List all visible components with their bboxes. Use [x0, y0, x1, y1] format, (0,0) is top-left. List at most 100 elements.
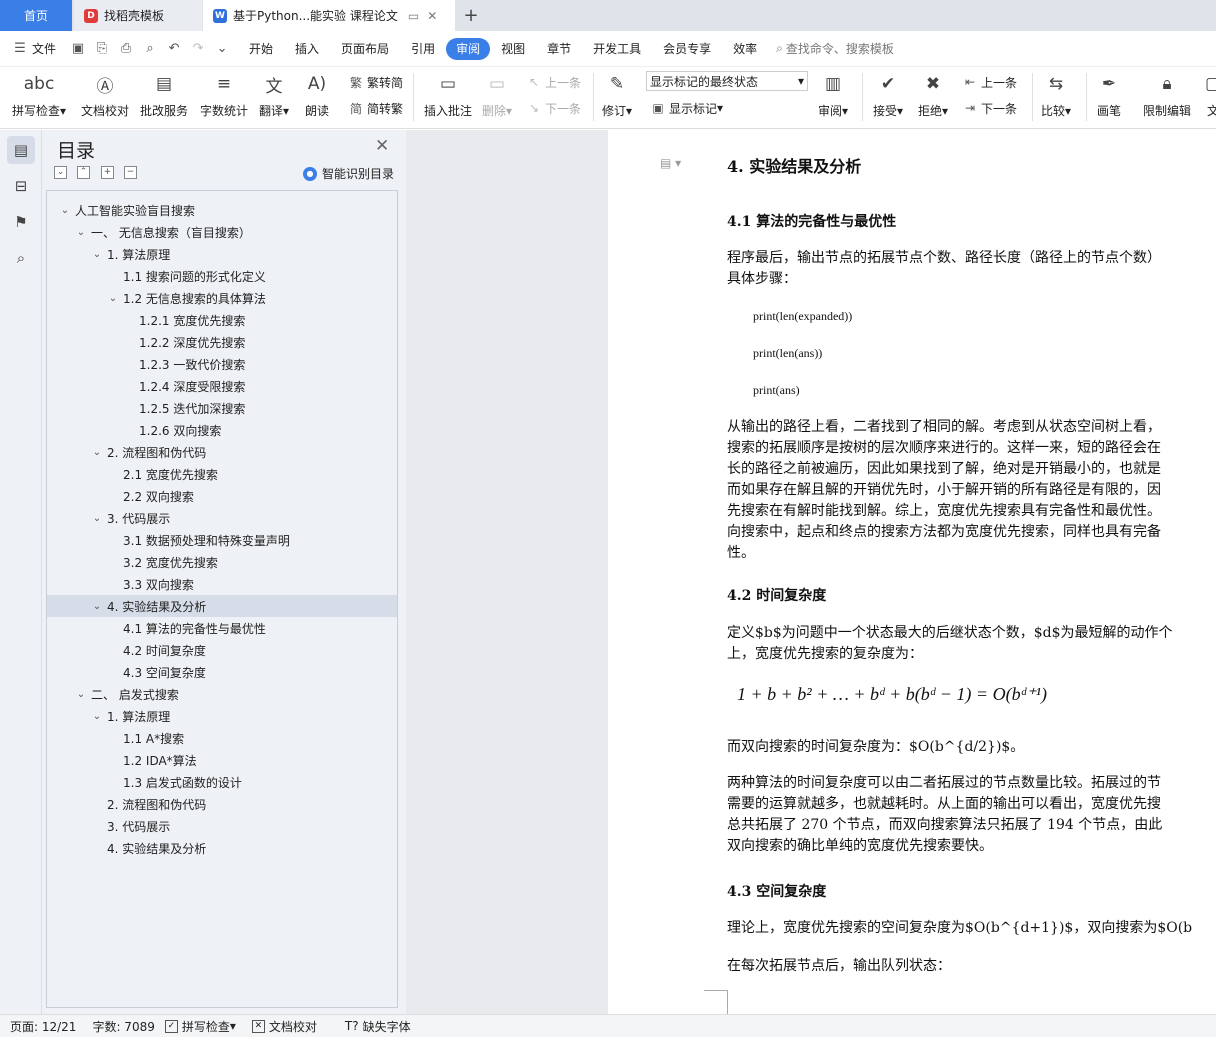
toc-item[interactable]: 1.2.1 宽度优先搜索 [47, 309, 397, 331]
next-comment-button[interactable]: ↘ 下一条 [526, 98, 581, 118]
redo-icon[interactable]: ↷ [190, 41, 206, 57]
toc-item[interactable]: ⌄ 1. 算法原理 [47, 705, 397, 727]
document-page[interactable]: ▤ ▾ 4. 实验结果及分析 4.1 算法的完备性与最优性 程序最后，输出节点的… [608, 130, 1216, 1014]
toc-item[interactable]: ⌄ 1.2 无信息搜索的具体算法 [47, 287, 397, 309]
command-search[interactable]: ⌕ 查找命令、搜索模板 [776, 40, 894, 57]
print-icon[interactable]: ⎙ [118, 41, 134, 57]
chapter-nav-icon[interactable]: ⊟ [7, 172, 35, 200]
delete-comment-button[interactable]: ▭ 删除▾ [482, 71, 512, 123]
toc-item[interactable]: 3.1 数据预处理和特殊变量声明 [47, 529, 397, 551]
toc-item[interactable]: 4.3 空间复杂度 [47, 661, 397, 683]
toc-item[interactable]: 3.2 宽度优先搜索 [47, 551, 397, 573]
toc-item[interactable]: ⌄ 1. 算法原理 [47, 243, 397, 265]
spellcheck-status[interactable]: ✓ 拼写检查 ▾ [155, 1018, 236, 1035]
review-pane-button[interactable]: ▥ 审阅▾ [818, 71, 848, 123]
menu-page-layout[interactable]: 页面布局 [330, 38, 400, 60]
chevron-down-icon[interactable]: ⌄ [91, 513, 103, 524]
add-heading-icon[interactable]: + [101, 166, 114, 179]
collapse-icon[interactable]: ⌄ [54, 166, 67, 179]
toc-item[interactable]: 1.2.3 一致代价搜索 [47, 353, 397, 375]
toc-item[interactable]: ⌄ 二、 启发式搜索 [47, 683, 397, 705]
toc-item[interactable]: 2.2 双向搜索 [47, 485, 397, 507]
toc-item[interactable]: ⌄ 2. 流程图和伪代码 [47, 441, 397, 463]
tab-template[interactable]: D 找稻壳模板 [74, 0, 202, 31]
prev-change-button[interactable]: ⇤ 上一条 [962, 72, 1017, 92]
new-tab-button[interactable]: + [458, 0, 484, 31]
bookmark-icon[interactable]: ⚑ [7, 208, 35, 236]
close-tab-icon[interactable]: ✕ [427, 9, 437, 23]
save-icon[interactable]: ▣ [70, 41, 86, 57]
simp-to-trad-button[interactable]: 简简转繁 [348, 98, 403, 118]
chevron-down-icon[interactable]: ⌄ [107, 293, 119, 304]
menu-file[interactable]: 文件 [32, 40, 56, 57]
chevron-down-icon[interactable]: ⌄ [75, 227, 87, 238]
chevron-down-icon[interactable]: ⌄ [91, 249, 103, 260]
reject-button[interactable]: ✖ 拒绝▾ [918, 71, 948, 123]
translate-button[interactable]: 文翻译▾ [259, 71, 289, 123]
toc-item[interactable]: 3.3 双向搜索 [47, 573, 397, 595]
accept-button[interactable]: ✔ 接受▾ [873, 71, 903, 123]
proofread-status[interactable]: ✕ 文档校对 [236, 1018, 317, 1035]
pen-button[interactable]: ✒ 画笔 [1096, 71, 1122, 123]
toc-item[interactable]: 4.1 算法的完备性与最优性 [47, 617, 397, 639]
paragraph-menu-icon[interactable]: ▤ ▾ [660, 156, 681, 170]
print-preview-icon[interactable]: ⌕ [142, 41, 158, 57]
chevron-down-icon[interactable]: ⌄ [59, 205, 71, 216]
word-count-indicator[interactable]: 字数: 7089 [76, 1018, 154, 1035]
toc-item[interactable]: 1.2.2 深度优先搜索 [47, 331, 397, 353]
hamburger-menu-icon[interactable]: ☰ [12, 41, 28, 57]
toc-item[interactable]: ⌄ 人工智能实验盲目搜索 [47, 199, 397, 221]
insert-comment-button[interactable]: ▭ 插入批注 [424, 71, 472, 123]
proofread-button[interactable]: Ⓐ 文档校对 [81, 71, 129, 123]
show-markup-button[interactable]: ▣ 显示标记 ▾ [650, 98, 723, 118]
tab-document[interactable]: W 基于Python...能实验 课程论文 ▭ ✕ [203, 0, 455, 31]
menu-chapter[interactable]: 章节 [536, 38, 582, 60]
toc-item[interactable]: 1.1 A*搜索 [47, 727, 397, 749]
smart-toc-button[interactable]: ● 智能识别目录 [303, 165, 394, 182]
word-count-button[interactable]: ≡ 字数统计 [200, 71, 248, 123]
restore-window-icon[interactable]: ▭ [408, 9, 419, 23]
more-ribbon-button[interactable]: ▢ 文 [1200, 71, 1216, 123]
menu-review[interactable]: 审阅 [446, 37, 491, 60]
markup-state-select[interactable]: 显示标记的最终状态 ▾ [646, 71, 808, 91]
menu-developer[interactable]: 开发工具 [582, 38, 652, 60]
toc-item[interactable]: 2. 流程图和伪代码 [47, 793, 397, 815]
menu-view[interactable]: 视图 [490, 38, 536, 60]
toc-item[interactable]: 1.2.4 深度受限搜索 [47, 375, 397, 397]
chevron-down-icon[interactable]: ⌄ [75, 689, 87, 700]
expand-icon[interactable]: ⌃ [77, 166, 90, 179]
toc-item[interactable]: 4. 实验结果及分析 [47, 837, 397, 859]
menu-efficiency[interactable]: 效率 [722, 38, 768, 60]
export-pdf-icon[interactable]: ⎘ [94, 41, 110, 57]
compare-button[interactable]: ⇆ 比较▾ [1041, 71, 1071, 123]
toc-item[interactable]: 1.1 搜索问题的形式化定义 [47, 265, 397, 287]
undo-icon[interactable]: ↶ [166, 41, 182, 57]
track-changes-button[interactable]: ✎ 修订▾ [602, 71, 632, 123]
chevron-down-icon[interactable]: ⌄ [91, 447, 103, 458]
toc-item[interactable]: 1.2.5 迭代加深搜索 [47, 397, 397, 419]
tab-home[interactable]: 首页 [0, 0, 72, 31]
menu-start[interactable]: 开始 [238, 38, 284, 60]
close-icon[interactable]: ✕ [375, 136, 389, 156]
chevron-down-icon[interactable]: ⌄ [91, 601, 103, 612]
missing-font-status[interactable]: T? 缺失字体 [317, 1018, 411, 1035]
menu-member[interactable]: 会员专享 [652, 38, 722, 60]
toc-item[interactable]: 3. 代码展示 [47, 815, 397, 837]
toc-item[interactable]: 1.3 启发式函数的设计 [47, 771, 397, 793]
toc-item[interactable]: ⌄ 4. 实验结果及分析 [47, 595, 397, 617]
menu-references[interactable]: 引用 [400, 38, 446, 60]
page-indicator[interactable]: 页面: 12/21 [0, 1018, 76, 1035]
menu-insert[interactable]: 插入 [284, 38, 330, 60]
trad-to-simp-button[interactable]: 繁繁转简 [348, 72, 403, 92]
more-dropdown-icon[interactable]: ⌄ [214, 41, 230, 57]
toc-item[interactable]: 4.2 时间复杂度 [47, 639, 397, 661]
toc-view-icon[interactable]: ▤ [7, 136, 35, 164]
chevron-down-icon[interactable]: ⌄ [91, 711, 103, 722]
read-aloud-button[interactable]: A) 朗读 [304, 71, 330, 123]
search-icon[interactable]: ⌕ [7, 244, 35, 272]
prev-comment-button[interactable]: ↖ 上一条 [526, 72, 581, 92]
next-change-button[interactable]: ⇥ 下一条 [962, 98, 1017, 118]
toc-item[interactable]: ⌄ 3. 代码展示 [47, 507, 397, 529]
restrict-editing-button[interactable]: 🔒︎ 限制编辑 [1143, 71, 1191, 123]
spellcheck-button[interactable]: abc 拼写检查▾ [12, 71, 66, 123]
